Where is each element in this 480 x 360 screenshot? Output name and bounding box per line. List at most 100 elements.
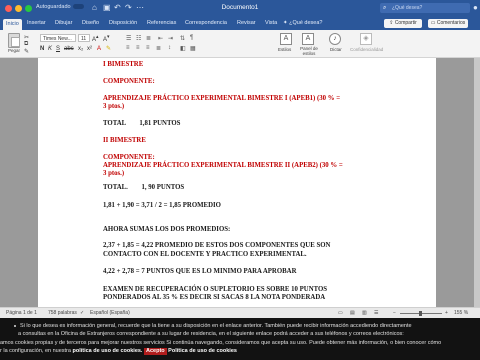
show-formatting-icon[interactable]: ¶	[190, 35, 193, 41]
italic-button[interactable]: K	[48, 46, 52, 53]
tab-diseno[interactable]: Diseño	[82, 19, 99, 28]
document-page[interactable]: I BIMESTRE COMPONENTE: APRENDIZAJE PRÁCT…	[38, 58, 436, 307]
doc-line: TOTAL 1,81 PUNTOS	[103, 120, 181, 127]
web-layout-icon[interactable]: ▥	[362, 310, 367, 317]
doc-line: APRENDIZAJE PRÁCTICO EXPERIMENTAL BIMEST…	[103, 162, 343, 169]
format-painter-icon[interactable]: ✎	[24, 48, 29, 55]
tab-disposicion[interactable]: Disposición	[109, 19, 137, 28]
spellcheck-icon[interactable]: ✓	[80, 310, 84, 317]
doc-line: APRENDIZAJE PRÁCTICO EXPERIMENTAL BIMEST…	[103, 95, 341, 102]
doc-line: AHORA SUMAS LOS DOS PROMEDIOS:	[103, 226, 231, 233]
cookie-line-4: r la configuración, en nuestra	[0, 348, 73, 354]
share-button[interactable]: ⇪ Compartir	[384, 19, 422, 28]
cookie-policy-link[interactable]: política de uso de cookies.	[72, 348, 142, 354]
comments-label: Comentarios	[436, 20, 466, 26]
zoom-out-icon[interactable]: −	[393, 310, 396, 317]
copy-icon[interactable]: ⧉	[24, 41, 28, 48]
zoom-in-icon[interactable]: +	[445, 310, 448, 317]
doc-line: COMPONENTE:	[103, 78, 155, 85]
increase-indent-icon[interactable]: ⇥	[168, 35, 173, 42]
tab-dibujar[interactable]: Dibujar	[55, 19, 72, 28]
font-color-icon[interactable]: A	[97, 46, 101, 53]
cookie-notice: Si lo que desea es información general, …	[0, 318, 480, 360]
decrease-indent-icon[interactable]: ⇤	[158, 35, 163, 42]
align-left-icon[interactable]: ≡	[126, 45, 130, 51]
doc-line: COMPONENTE:	[103, 154, 155, 161]
word-count: 758 palabras	[48, 310, 77, 316]
superscript-button[interactable]: x²	[87, 46, 92, 53]
bold-button[interactable]: N	[40, 46, 44, 53]
tab-inicio[interactable]: Inicio	[3, 19, 22, 30]
cookie-line-3: amos cookies propias y de terceros para …	[0, 340, 442, 346]
microphone-icon[interactable]: ♪	[329, 33, 341, 45]
cookie-text-line-4: r la configuración, en nuestra política …	[0, 348, 237, 355]
styles-icon[interactable]: A	[280, 33, 292, 45]
doc-line: 2,37 + 1,85 = 4,22 PROMEDIO DE ESTOS DOS…	[103, 242, 331, 249]
underline-button[interactable]: S	[56, 46, 60, 53]
document-area: I BIMESTRE COMPONENTE: APRENDIZAJE PRÁCT…	[0, 58, 480, 307]
tab-referencias[interactable]: Referencias	[147, 19, 176, 28]
cookie-line-2: a consultas en la Oficina de Extranjeros…	[18, 331, 404, 337]
tab-correspondencia[interactable]: Correspondencia	[185, 19, 227, 28]
tab-tell-me-label: ¿Qué desea?	[289, 20, 323, 26]
doc-line: 3 ptos.)	[103, 103, 125, 110]
sensitivity-icon[interactable]: ◈	[360, 33, 372, 45]
styles-label: Estilos	[278, 47, 292, 52]
subscript-button[interactable]: x₂	[78, 46, 83, 53]
ribbon-toolbar: Pegar ✂ ⧉ ✎ Times New... 11 A▴ A▾ N K S …	[0, 30, 480, 58]
doc-line: PONDERADOS AL 35 % ES DECIR SI SACAS 8 L…	[103, 294, 326, 301]
language-label[interactable]: Español (España)	[90, 310, 130, 317]
accept-cookies-button[interactable]: Acepto	[144, 348, 167, 355]
focus-icon[interactable]: ▭	[338, 310, 343, 317]
cookie-policy-link-2[interactable]: Política de uso de cookies	[168, 348, 237, 354]
sensitivity-label: Confidencialidad	[350, 47, 384, 52]
doc-line: CONTACTO CON EL DOCENTE Y PRACTICO EXPER…	[103, 251, 307, 258]
strikethrough-button[interactable]: abc	[64, 46, 74, 53]
dictate-label: Dictar	[330, 47, 342, 52]
title-bar: Autoguardado ⌂ ▣ ↶ ↷ ⋯ Documento1 ⌕ ¿Qué …	[0, 0, 480, 17]
word-window: Autoguardado ⌂ ▣ ↶ ↷ ⋯ Documento1 ⌕ ¿Qué …	[0, 0, 480, 360]
share-label: Compartir	[394, 20, 417, 26]
highlight-icon[interactable]: ✎	[106, 46, 111, 53]
borders-icon[interactable]: ▦	[190, 45, 196, 52]
ribbon-tabs: Inicio Insertar Dibujar Diseño Disposici…	[0, 17, 480, 30]
outline-icon[interactable]: ☰	[374, 310, 378, 317]
sort-icon[interactable]: ⇅	[180, 35, 185, 42]
styles-pane-icon[interactable]: A	[302, 33, 314, 45]
font-size-select[interactable]: 11	[78, 34, 90, 42]
zoom-slider-handle[interactable]	[419, 311, 422, 316]
grow-font-icon[interactable]: A▴	[92, 34, 99, 44]
bullets-icon[interactable]: ☰	[126, 35, 131, 42]
tab-revisar[interactable]: Revisar	[237, 19, 256, 28]
multilevel-list-icon[interactable]: ≣	[146, 35, 151, 42]
user-icon[interactable]: ●	[473, 3, 478, 13]
comments-button[interactable]: ▭ Comentarios	[428, 19, 468, 28]
cookie-line-1: Si lo que desea es información general, …	[20, 323, 412, 329]
doc-line: II BIMESTRE	[103, 137, 146, 144]
justify-icon[interactable]: ≣	[156, 45, 161, 52]
search-placeholder: ¿Qué desea?	[392, 5, 423, 11]
tab-tell-me[interactable]: ✦ ¿Qué desea?	[283, 19, 322, 28]
align-right-icon[interactable]: ≡	[146, 45, 150, 51]
cookie-text-line-1: Si lo que desea es información general, …	[0, 323, 412, 330]
paste-label: Pegar	[8, 48, 21, 53]
zoom-level[interactable]: 155 %	[454, 310, 468, 317]
doc-line: TOTAL. 1, 90 PUNTOS	[103, 184, 185, 191]
search-input[interactable]: ⌕ ¿Qué desea?	[380, 3, 470, 13]
page-count: Página 1 de 1	[6, 310, 37, 316]
print-layout-icon[interactable]: ▤	[350, 310, 355, 317]
shrink-font-icon[interactable]: A▾	[103, 34, 110, 44]
doc-line: EXAMEN DE RECUPERACIÓN O SUPLETORIO ES S…	[103, 286, 328, 293]
shading-icon[interactable]: ◧	[180, 45, 186, 52]
numbering-icon[interactable]: ☷	[136, 35, 141, 42]
tab-vista[interactable]: Vista	[265, 19, 277, 28]
vertical-scrollbar[interactable]	[474, 58, 480, 307]
doc-line: 1,81 + 1,90 = 3,71 / 2 = 1,85 PROMEDIO	[103, 202, 221, 209]
line-spacing-icon[interactable]: ↕	[168, 45, 171, 51]
paste-icon[interactable]	[8, 33, 20, 48]
cut-icon[interactable]: ✂	[24, 34, 29, 41]
doc-line: 3 ptos.)	[103, 170, 125, 177]
font-name-select[interactable]: Times New...	[40, 34, 76, 42]
align-center-icon[interactable]: ≡	[136, 45, 140, 51]
tab-insertar[interactable]: Insertar	[27, 19, 46, 28]
